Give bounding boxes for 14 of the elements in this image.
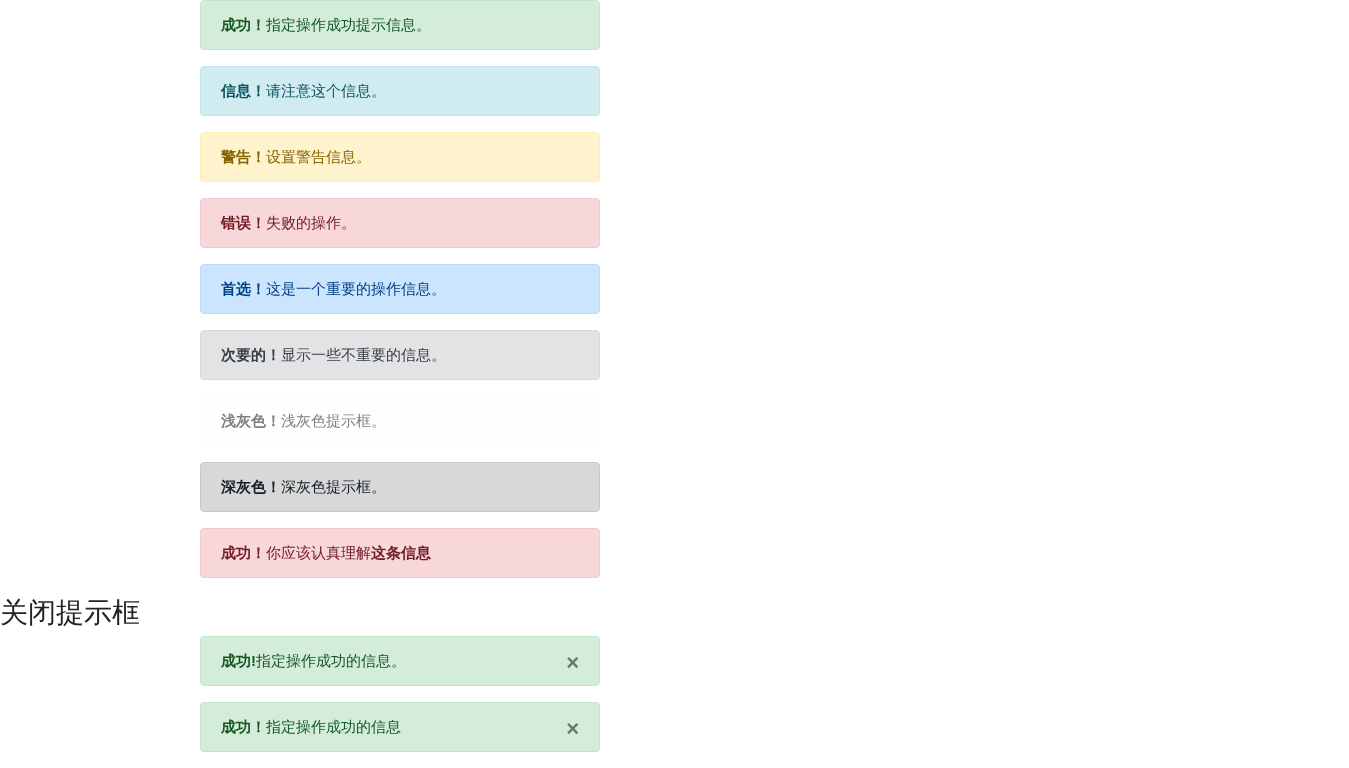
alert-message: 次要的！显示一些不重要的信息。 <box>221 345 446 365</box>
alert-message: 成功！指定操作成功提示信息。 <box>221 15 431 35</box>
section-heading: 关闭提示框 <box>0 596 141 630</box>
alert-message: 信息！请注意这个信息。 <box>221 81 386 101</box>
alert-message: 成功！指定操作成功的信息 <box>221 717 401 737</box>
alert-message: 首选！这是一个重要的操作信息。 <box>221 279 446 299</box>
alert-message: 深灰色！深灰色提示框。 <box>221 477 386 497</box>
alert-message: 成功!指定操作成功的信息。 <box>221 651 406 671</box>
alert-message: 成功！你应该认真理解这条信息 <box>221 543 431 563</box>
alert-message: 警告！设置警告信息。 <box>221 147 371 167</box>
alert-message: 浅灰色！浅灰色提示框。 <box>221 411 386 431</box>
close-button[interactable]: × <box>566 718 579 740</box>
close-button[interactable]: × <box>566 652 579 674</box>
alert-message: 错误！失败的操作。 <box>221 213 356 233</box>
